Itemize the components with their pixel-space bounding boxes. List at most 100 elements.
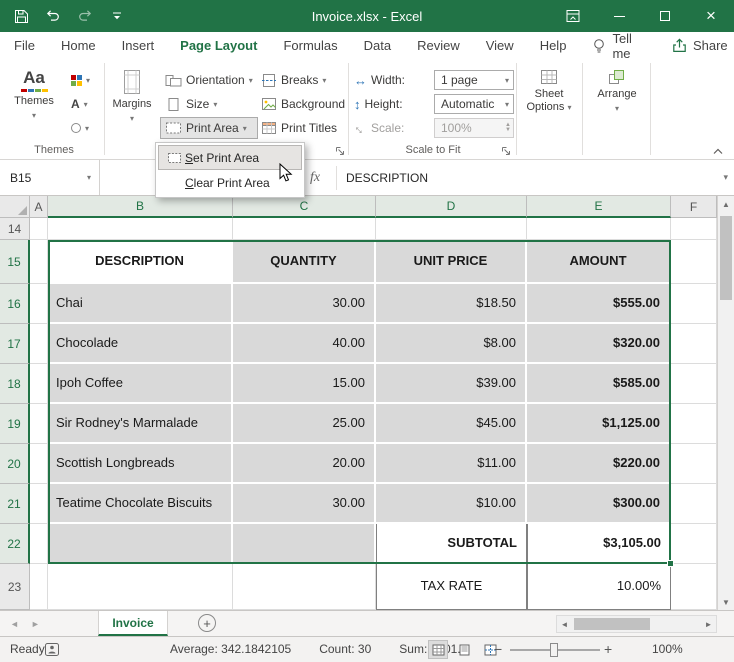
row-header-16[interactable]: 16 [0,284,30,324]
cell-A19[interactable] [30,404,48,444]
row-header-15[interactable]: 15 [0,240,30,284]
expand-formula-bar-icon[interactable]: ▾ [723,172,728,183]
tab-insert[interactable]: Insert [122,38,155,53]
cell-D18[interactable]: $39.00 [376,364,527,404]
column-header-A[interactable]: A [30,196,48,218]
sheet-prev-icon[interactable]: ◄ [10,619,19,629]
cell-E23-tax-value[interactable]: 10.00% [527,564,671,610]
cell-B16[interactable]: Chai [48,284,233,324]
column-header-C[interactable]: C [233,196,376,218]
cell-E17[interactable]: $320.00 [527,324,671,364]
zoom-level[interactable]: 100% [652,642,683,656]
cell-B15-active[interactable]: DESCRIPTION [48,240,233,284]
cell-A17[interactable] [30,324,48,364]
cell-B21[interactable]: Teatime Chocolate Biscuits [48,484,233,524]
row-header-22[interactable]: 22 [0,524,30,564]
tab-help[interactable]: Help [540,38,567,53]
tab-page-layout[interactable]: Page Layout [180,38,257,53]
tab-view[interactable]: View [486,38,514,53]
maximize-button[interactable] [642,0,688,32]
cell-E18[interactable]: $585.00 [527,364,671,404]
scale-to-fit-dialog-launcher[interactable] [501,146,511,156]
cell-F18[interactable] [671,364,717,404]
cell-D20[interactable]: $11.00 [376,444,527,484]
new-sheet-button[interactable]: + [198,614,216,632]
cell-D14[interactable] [376,218,527,240]
cell-F16[interactable] [671,284,717,324]
tab-review[interactable]: Review [417,38,460,53]
width-select[interactable]: 1 page▾ [434,70,514,90]
tab-data[interactable]: Data [364,38,391,53]
cell-C14[interactable] [233,218,376,240]
customize-toolbar-button[interactable] [108,7,126,25]
column-header-F[interactable]: F [671,196,717,218]
sheet-options-button[interactable]: SheetOptions ▾ [525,66,573,142]
cell-D22-subtotal-label[interactable]: SUBTOTAL [376,524,527,564]
close-button[interactable]: × [688,0,734,32]
print-titles-button[interactable]: Print Titles [256,117,350,139]
scroll-left-icon[interactable]: ◄ [557,620,572,629]
cell-A21[interactable] [30,484,48,524]
horizontal-scroll-thumb[interactable] [574,618,650,630]
cell-E20[interactable]: $220.00 [527,444,671,484]
theme-colors-button[interactable]: ▾ [66,69,95,91]
zoom-out-button[interactable]: − [494,641,502,657]
cell-D21[interactable]: $10.00 [376,484,527,524]
column-header-D[interactable]: D [376,196,527,218]
cell-C22[interactable] [233,524,376,564]
select-all-corner[interactable] [0,196,30,218]
ribbon-display-options-button[interactable] [550,0,596,32]
row-header-14[interactable]: 14 [0,218,30,240]
cell-A15[interactable] [30,240,48,284]
cell-A20[interactable] [30,444,48,484]
size-button[interactable]: Size▾ [160,93,258,115]
zoom-in-button[interactable]: + [604,641,612,657]
cell-D15[interactable]: UNIT PRICE [376,240,527,284]
page-setup-dialog-launcher[interactable] [335,146,345,156]
cell-A14[interactable] [30,218,48,240]
cell-F20[interactable] [671,444,717,484]
row-header-21[interactable]: 21 [0,484,30,524]
background-button[interactable]: Background [256,93,350,115]
cell-A22[interactable] [30,524,48,564]
cell-D23-tax-label[interactable]: TAX RATE [376,564,527,610]
cell-C17[interactable]: 40.00 [233,324,376,364]
page-layout-view-button[interactable] [454,640,474,659]
cell-E15[interactable]: AMOUNT [527,240,671,284]
horizontal-scrollbar[interactable]: ◄ ► [556,615,717,633]
cell-F17[interactable] [671,324,717,364]
cell-A23[interactable] [30,564,48,610]
cell-B19[interactable]: Sir Rodney's Marmalade [48,404,233,444]
cell-B20[interactable]: Scottish Longbreads [48,444,233,484]
breaks-button[interactable]: Breaks▾ [256,69,350,91]
cell-C19[interactable]: 25.00 [233,404,376,444]
cell-D19[interactable]: $45.00 [376,404,527,444]
cell-B22[interactable] [48,524,233,564]
column-header-B[interactable]: B [48,196,233,218]
print-area-button[interactable]: Print Area▾ [160,117,258,139]
row-header-20[interactable]: 20 [0,444,30,484]
tab-home[interactable]: Home [61,38,96,53]
macro-record-icon[interactable] [44,642,60,657]
vertical-scroll-thumb[interactable] [720,216,732,300]
minimize-button[interactable] [596,0,642,32]
theme-fonts-button[interactable]: A▾ [66,93,95,115]
scroll-right-icon[interactable]: ► [701,620,716,629]
cell-E22-subtotal-value[interactable]: $3,105.00 [527,524,671,564]
cell-F19[interactable] [671,404,717,444]
cell-B23[interactable] [48,564,233,610]
name-box-dropdown-icon[interactable]: ▾ [87,173,91,182]
cell-F23[interactable] [671,564,717,610]
vertical-scrollbar[interactable]: ▲ ▼ [717,196,734,610]
name-box[interactable]: B15 ▾ [0,160,100,195]
cell-C23[interactable] [233,564,376,610]
save-button[interactable] [12,7,30,25]
cell-D16[interactable]: $18.50 [376,284,527,324]
tab-file[interactable]: File [14,38,35,53]
share-button[interactable]: Share [672,38,728,53]
theme-effects-button[interactable]: ▾ [66,117,95,139]
height-select[interactable]: Automatic▾ [434,94,514,114]
cell-E16[interactable]: $555.00 [527,284,671,324]
cell-F15[interactable] [671,240,717,284]
row-header-17[interactable]: 17 [0,324,30,364]
